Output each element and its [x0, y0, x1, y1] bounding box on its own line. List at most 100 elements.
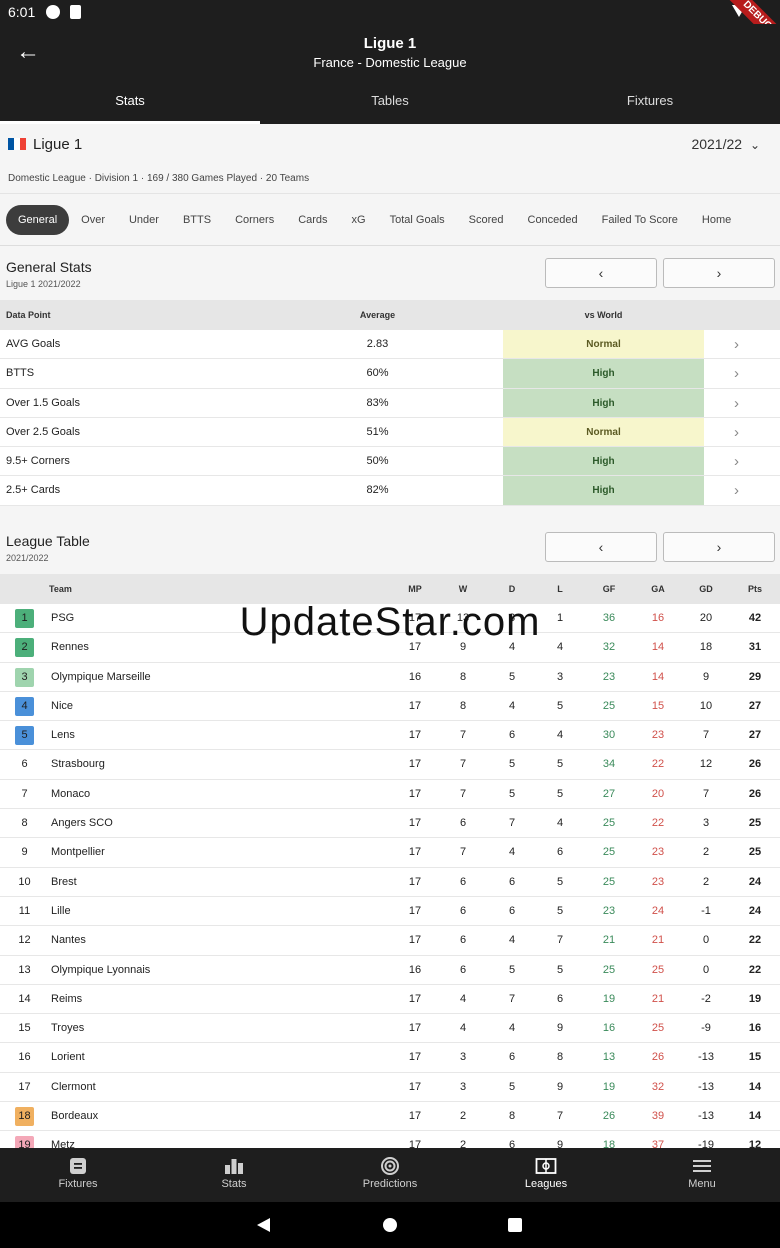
cell-d: 4: [508, 846, 516, 859]
table-row[interactable]: 19 Metz 17 2 6 9 18 37 -19 12: [0, 1131, 780, 1148]
chip-total-goals[interactable]: Total Goals: [378, 205, 457, 235]
table-row[interactable]: 1 PSG 17 13 3 1 36 16 20 42: [0, 604, 780, 634]
cell-pts: 14: [748, 1110, 762, 1123]
cell-pts: 26: [748, 758, 762, 771]
table-row[interactable]: 7 Monaco 17 7 5 5 27 20 7 26: [0, 779, 780, 810]
cell-gf: 23: [602, 904, 616, 917]
cell-mp: 17: [408, 904, 422, 917]
stat-vs-world: High: [503, 447, 704, 476]
cell-l: 6: [556, 992, 564, 1005]
cell-gd: 12: [699, 758, 713, 771]
cell-d: 5: [508, 787, 516, 800]
chip-failed-to-score[interactable]: Failed To Score: [590, 205, 690, 235]
cell-l: 7: [556, 1110, 564, 1123]
chip-xg[interactable]: xG: [340, 205, 378, 235]
stat-average: 83%: [366, 396, 389, 409]
position-badge: 17: [18, 1080, 31, 1093]
table-row[interactable]: 9 Montpellier 17 7 4 6 25 23 2 25: [0, 838, 780, 868]
cell-w: 8: [459, 670, 467, 683]
table-row[interactable]: 9.5+ Corners 50% High ›: [0, 447, 780, 477]
stat-category-chips: General Over Under BTTS Corners Cards xG Total …: [0, 194, 780, 246]
table-row[interactable]: 5 Lens 17 7 6 4 30 23 7 27: [0, 721, 780, 751]
nav-leagues[interactable]: Leagues: [468, 1148, 624, 1202]
chevron-right-icon[interactable]: ›: [734, 389, 739, 418]
table-row[interactable]: 6 Strasbourg 17 7 5 5 34 22 12 26: [0, 750, 780, 780]
tab-stats[interactable]: Stats: [0, 84, 260, 124]
cell-l: 4: [556, 729, 564, 742]
table-row[interactable]: 10 Brest 17 6 6 5 25 23 2 24: [0, 867, 780, 897]
stat-average: 82%: [366, 484, 389, 497]
table-row[interactable]: 11 Lille 17 6 6 5 23 24 -1 24: [0, 896, 780, 927]
team-name: Rennes: [51, 641, 89, 654]
cell-ga: 22: [651, 758, 665, 771]
chip-cards[interactable]: Cards: [286, 205, 339, 235]
cell-mp: 17: [408, 1051, 422, 1064]
tab-tables[interactable]: Tables: [260, 84, 520, 124]
system-back-icon[interactable]: [257, 1218, 270, 1232]
table-row[interactable]: 15 Troyes 17 4 4 9 16 25 -9 16: [0, 1014, 780, 1044]
chip-over[interactable]: Over: [69, 205, 117, 235]
position-badge: 5: [15, 726, 34, 746]
table-row[interactable]: 17 Clermont 17 3 5 9 19 32 -13 14: [0, 1072, 780, 1103]
nav-stats[interactable]: Stats: [156, 1148, 312, 1202]
stat-label: 9.5+ Corners: [6, 455, 70, 468]
table-row[interactable]: Over 1.5 Goals 83% High ›: [0, 388, 780, 418]
general-stats-header: General Stats Ligue 1 2021/2022 ‹ ›: [0, 247, 780, 301]
table-row[interactable]: 8 Angers SCO 17 6 7 4 25 22 3 25: [0, 809, 780, 839]
table-row[interactable]: 14 Reims 17 4 7 6 19 21 -2 19: [0, 984, 780, 1015]
cell-w: 9: [459, 641, 467, 654]
chip-scored[interactable]: Scored: [457, 205, 516, 235]
nav-fixtures[interactable]: Fixtures: [0, 1148, 156, 1202]
cell-ga: 23: [651, 729, 665, 742]
prev-button[interactable]: ‹: [545, 258, 657, 288]
cell-pts: 27: [748, 729, 762, 742]
chevron-right-icon[interactable]: ›: [734, 476, 739, 505]
nav-label: Menu: [688, 1178, 716, 1190]
cell-d: 6: [508, 1139, 516, 1148]
prev-button[interactable]: ‹: [545, 532, 657, 562]
next-button[interactable]: ›: [663, 532, 775, 562]
table-row[interactable]: 4 Nice 17 8 4 5 25 15 10 27: [0, 691, 780, 722]
table-row[interactable]: 3 Olympique Marseille 16 8 5 3 23 14 9 29: [0, 662, 780, 692]
chevron-right-icon[interactable]: ›: [734, 359, 739, 388]
chip-general[interactable]: General: [6, 204, 70, 235]
chip-corners[interactable]: Corners: [223, 205, 286, 235]
chevron-right-icon[interactable]: ›: [734, 330, 739, 359]
cell-gf: 25: [602, 875, 616, 888]
chevron-right-icon[interactable]: ›: [734, 418, 739, 447]
table-row[interactable]: 16 Lorient 17 3 6 8 13 26 -13 15: [0, 1043, 780, 1073]
cell-w: 4: [459, 992, 467, 1005]
position-badge: 14: [18, 992, 31, 1005]
chip-btts[interactable]: BTTS: [171, 205, 223, 235]
table-row[interactable]: 2.5+ Cards 82% High ›: [0, 476, 780, 506]
table-row[interactable]: Over 2.5 Goals 51% Normal ›: [0, 417, 780, 448]
nav-predictions[interactable]: Predictions: [312, 1148, 468, 1202]
table-row[interactable]: 2 Rennes 17 9 4 4 32 14 18 31: [0, 633, 780, 663]
table-row[interactable]: 12 Nantes 17 6 4 7 21 21 0 22: [0, 926, 780, 956]
cell-gf: 13: [602, 1051, 616, 1064]
system-recents-icon[interactable]: [508, 1218, 522, 1232]
cell-w: 7: [459, 729, 467, 742]
chip-conceded[interactable]: Conceded: [516, 205, 590, 235]
page-title: Ligue 1: [363, 35, 417, 52]
cell-w: 6: [459, 963, 467, 976]
table-row[interactable]: BTTS 60% High ›: [0, 359, 780, 389]
menu-icon: [693, 1160, 711, 1172]
table-row[interactable]: 13 Olympique Lyonnais 16 6 5 5 25 25 0 22: [0, 955, 780, 985]
cell-ga: 23: [651, 875, 665, 888]
season-selector[interactable]: 2021/22 ⌄: [691, 136, 760, 152]
system-home-icon[interactable]: [383, 1218, 397, 1232]
tab-fixtures[interactable]: Fixtures: [520, 84, 780, 124]
chevron-right-icon[interactable]: ›: [734, 447, 739, 476]
league-table-header: League Table 2021/2022 ‹ ›: [0, 521, 780, 575]
cell-d: 3: [508, 612, 516, 624]
chip-under[interactable]: Under: [117, 205, 171, 235]
next-button[interactable]: ›: [663, 258, 775, 288]
table-row[interactable]: AVG Goals 2.83 Normal ›: [0, 330, 780, 360]
nav-menu[interactable]: Menu: [624, 1148, 780, 1202]
chip-home[interactable]: Home: [690, 205, 743, 235]
table-row[interactable]: 18 Bordeaux 17 2 8 7 26 39 -13 14: [0, 1102, 780, 1132]
leagues-icon: [535, 1158, 557, 1174]
cell-w: 6: [459, 934, 467, 947]
cell-ga: 21: [651, 992, 665, 1005]
